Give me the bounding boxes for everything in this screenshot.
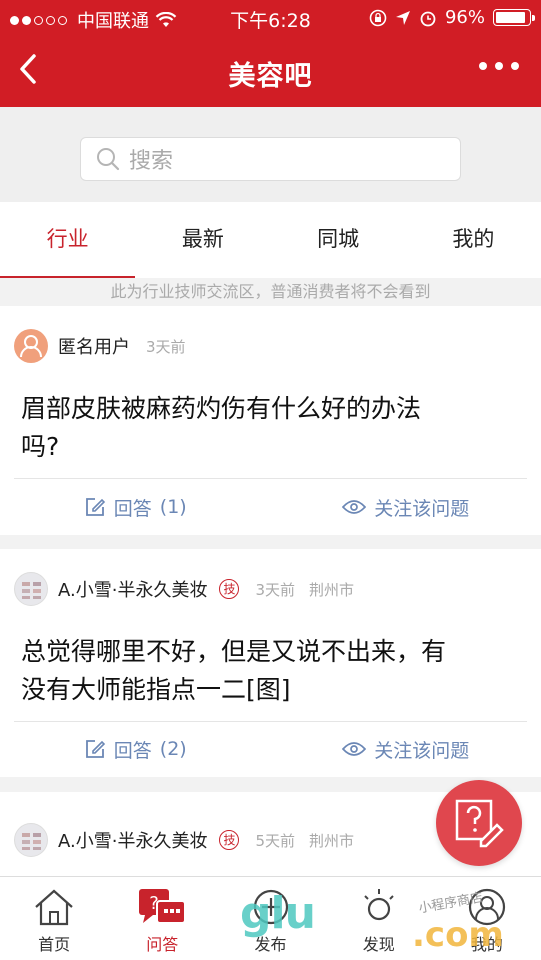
status-right: 96%: [369, 7, 535, 28]
answer-count: (1): [159, 496, 187, 518]
answer-count: (2): [159, 738, 187, 760]
avatar[interactable]: [14, 572, 48, 606]
alarm-icon: [420, 11, 436, 26]
battery-icon: [493, 9, 535, 26]
post-card[interactable]: 匿名用户 3天前 眉部皮肤被麻药灼伤有什么好的办法 吗? 回答 (1) 关注该问…: [0, 306, 541, 535]
battery-percent: 96%: [444, 7, 485, 28]
home-icon: [35, 889, 73, 926]
question-text[interactable]: 眉部皮肤被麻药灼伤有什么好的办法 吗?: [21, 390, 517, 466]
follow-label: 关注该问题: [374, 497, 470, 520]
post-header: A.小雪·半永久美妆 技 5天前 荆州市: [14, 822, 354, 858]
username[interactable]: A.小雪·半永久美妆: [58, 827, 207, 853]
publish-icon: [253, 889, 288, 925]
question-line: 没有大师能指点一二[图]: [21, 675, 291, 704]
user-icon: [20, 335, 42, 358]
question-text[interactable]: 总觉得哪里不好，但是又说不出来，有 没有大师能指点一二[图]: [21, 633, 517, 709]
post-time: 3天前: [146, 337, 186, 356]
follow-button[interactable]: 关注该问题: [271, 479, 541, 535]
search-input[interactable]: 搜索: [80, 137, 461, 181]
question-line: 总觉得哪里不好，但是又说不出来，有: [21, 637, 447, 666]
answer-button[interactable]: 回答 (2): [0, 721, 271, 777]
search-placeholder: 搜索: [129, 149, 174, 174]
follow-button[interactable]: 关注该问题: [271, 721, 541, 777]
answer-button[interactable]: 回答 (1): [0, 479, 271, 535]
post-card[interactable]: A.小雪·半永久美妆 技 3天前 荆州市 总觉得哪里不好，但是又说不出来，有 没…: [0, 549, 541, 777]
nav-discover[interactable]: 发现: [325, 877, 433, 960]
nav-home[interactable]: 首页: [0, 877, 108, 960]
rotation-lock-icon: [369, 9, 387, 26]
nav-publish[interactable]: 发布: [216, 877, 324, 960]
question-line: 眉部皮肤被麻药灼伤有什么好的办法: [21, 394, 422, 423]
nav-label: 我的: [470, 935, 503, 954]
more-icon[interactable]: [479, 62, 519, 70]
avatar-image: [22, 833, 41, 850]
follow-label: 关注该问题: [374, 739, 470, 762]
discover-icon: [363, 889, 394, 921]
search-icon: [97, 148, 120, 171]
tab-mine[interactable]: 我的: [406, 202, 541, 278]
notice-text: 此为行业技师交流区，普通消费者将不会看到: [110, 282, 431, 301]
post-time: 5天前: [255, 831, 295, 850]
qa-icon: ?: [139, 889, 187, 924]
eye-icon: [342, 500, 367, 514]
status-bar: 中国联通 下午6:28 96%: [0, 0, 541, 36]
post-actions: 回答 (2) 关注该问题: [0, 721, 541, 777]
ask-question-icon: [455, 799, 504, 848]
nav-profile[interactable]: 我的: [433, 877, 541, 960]
post-header: A.小雪·半永久美妆 技 3天前 荆州市: [14, 571, 354, 607]
post-actions: 回答 (1) 关注该问题: [0, 479, 541, 535]
eye-icon: [342, 742, 367, 756]
bottom-nav: 首页 ? 问答 发布 发现 我的: [0, 876, 541, 960]
nav-qa[interactable]: ? 问答: [108, 877, 216, 960]
tab-same-city[interactable]: 同城: [271, 202, 406, 278]
svg-text:?: ?: [150, 893, 160, 914]
post-header: 匿名用户 3天前: [14, 328, 186, 364]
ask-question-button[interactable]: [436, 780, 522, 866]
edit-icon: [85, 498, 105, 516]
answer-label: 回答: [113, 739, 152, 762]
nav-label: 问答: [146, 935, 179, 954]
technician-badge: 技: [219, 579, 240, 599]
location-icon: [395, 10, 410, 25]
avatar[interactable]: [14, 329, 48, 363]
search-area: 搜索: [0, 107, 541, 202]
technician-badge: 技: [219, 830, 240, 850]
tab-bar: 行业 最新 同城 我的: [0, 202, 541, 278]
tab-industry[interactable]: 行业: [0, 202, 136, 278]
top-bar: 中国联通 下午6:28 96% 美容吧: [0, 0, 541, 107]
nav-label: 首页: [38, 935, 71, 954]
avatar-image: [22, 582, 41, 599]
answer-label: 回答: [113, 497, 152, 520]
page-title: 美容吧: [228, 61, 313, 92]
question-line: 吗?: [21, 432, 60, 461]
username[interactable]: A.小雪·半永久美妆: [58, 576, 207, 602]
edit-icon: [85, 740, 105, 758]
nav-label: 发现: [362, 935, 395, 954]
post-time: 3天前: [255, 580, 295, 599]
username[interactable]: 匿名用户: [58, 333, 130, 359]
avatar[interactable]: [14, 823, 48, 857]
post-location: 荆州市: [309, 831, 355, 850]
nav-label: 发布: [254, 935, 287, 954]
post-location: 荆州市: [309, 580, 355, 599]
tab-latest[interactable]: 最新: [135, 202, 270, 278]
